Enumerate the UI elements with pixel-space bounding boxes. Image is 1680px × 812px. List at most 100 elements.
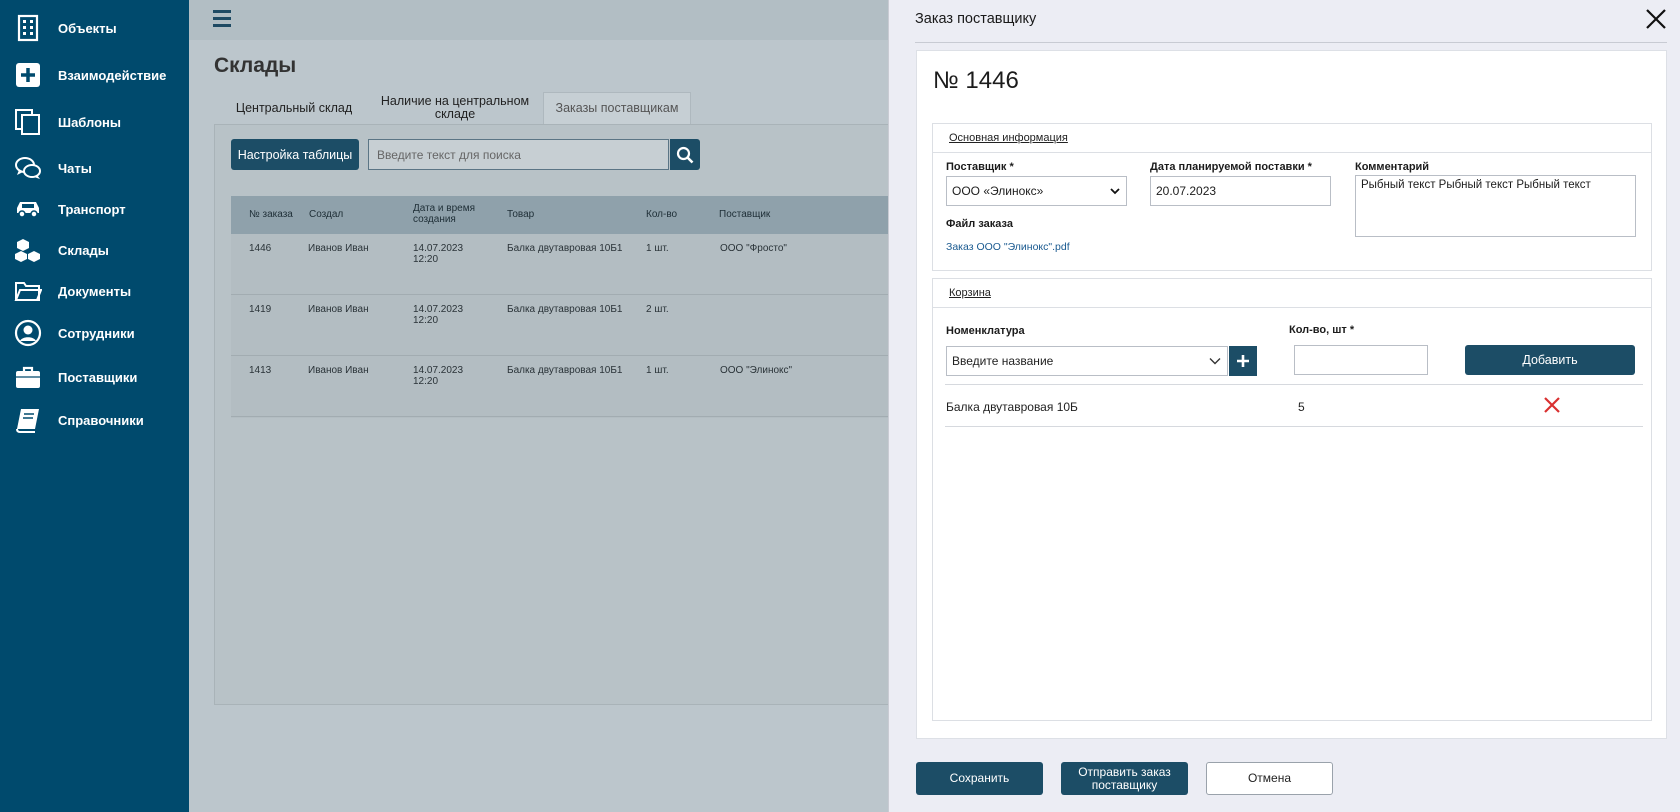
delivery-date-field[interactable]: 20.07.2023 xyxy=(1150,176,1331,206)
folder-icon xyxy=(14,277,42,305)
table-settings-button[interactable]: Настройка таблицы xyxy=(231,139,359,170)
column-header[interactable]: Поставщик xyxy=(719,209,770,220)
cell-time: 12:20 xyxy=(413,315,439,326)
send-to-supplier-button[interactable]: Отправить заказ поставщику xyxy=(1061,762,1188,795)
car-icon xyxy=(14,195,42,223)
close-icon xyxy=(1646,9,1666,29)
order-number: № 1446 xyxy=(933,67,1019,94)
qty-input[interactable] xyxy=(1294,345,1428,375)
sidebar-item-references[interactable]: Справочники xyxy=(0,400,189,440)
save-button[interactable]: Сохранить xyxy=(916,762,1043,795)
cell-order-id: 1413 xyxy=(249,365,272,376)
cart-section: Корзина Номенклатура Введите название Ко… xyxy=(932,278,1652,721)
sidebar-item-label: Объекты xyxy=(58,20,117,36)
tab-central-stock[interactable]: Наличие на центральном складе xyxy=(380,92,530,124)
cart-item-row: Балка двутавровая 10Б 5 xyxy=(945,384,1643,427)
search-button[interactable] xyxy=(670,139,700,170)
panel-title: Заказ поставщику xyxy=(915,11,1037,27)
column-header[interactable]: № заказа xyxy=(249,209,293,220)
nomenclature-placeholder: Введите название xyxy=(952,354,1054,368)
cell-time: 12:20 xyxy=(413,254,439,265)
briefcase-icon xyxy=(14,363,42,391)
section-title-basic-info[interactable]: Основная информация xyxy=(949,132,1068,144)
cancel-button[interactable]: Отмена xyxy=(1206,762,1333,795)
search-box xyxy=(368,139,669,170)
supplier-label: Поставщик * xyxy=(946,161,1014,173)
supplier-value: ООО «Элинокс» xyxy=(952,184,1044,198)
cell-creator: Иванов Иван xyxy=(308,365,369,376)
add-button[interactable]: Добавить xyxy=(1465,345,1635,375)
cart-item-name: Балка двутавровая 10Б xyxy=(946,400,1078,414)
tab-central-warehouse[interactable]: Центральный склад xyxy=(214,92,374,124)
sidebar-item-label: Шаблоны xyxy=(58,114,121,130)
cell-supplier: ООО "Фросто" xyxy=(720,243,787,254)
sidebar-item-label: Документы xyxy=(58,283,132,299)
sidebar-item-label: Склады xyxy=(58,242,109,258)
sidebar-item-label: Транспорт xyxy=(58,201,126,217)
search-icon xyxy=(676,146,694,163)
divider xyxy=(915,42,1667,43)
hamburger-menu-icon[interactable] xyxy=(213,10,231,28)
sidebar: Объекты Взаимодействие Шаблоны Чаты Тран… xyxy=(0,0,189,812)
section-header: Корзина xyxy=(933,279,1651,308)
cell-qty: 2 шт. xyxy=(646,304,669,315)
sidebar-item-documents[interactable]: Документы xyxy=(0,271,189,311)
column-header[interactable]: Дата и время создания xyxy=(413,203,493,225)
sidebar-item-chats[interactable]: Чаты xyxy=(0,148,189,188)
sidebar-item-label: Справочники xyxy=(58,412,144,428)
order-file-link[interactable]: Заказ ООО "Элинокс".pdf xyxy=(946,241,1070,253)
chevron-down-icon xyxy=(1110,188,1120,195)
cell-creator: Иванов Иван xyxy=(308,304,369,315)
copy-icon xyxy=(14,108,42,136)
cell-date: 14.07.2023 xyxy=(413,365,464,376)
sidebar-item-label: Сотрудники xyxy=(58,325,135,341)
cart-item-qty: 5 xyxy=(1298,400,1305,414)
order-file-label: Файл заказа xyxy=(946,218,1013,230)
plus-square-icon xyxy=(14,61,42,89)
cell-product: Балка двутавровая 10Б1 xyxy=(507,365,623,376)
close-button[interactable] xyxy=(1645,8,1667,30)
cell-product: Балка двутавровая 10Б1 xyxy=(507,304,623,315)
building-icon xyxy=(14,14,42,42)
nomenclature-select[interactable]: Введите название xyxy=(946,346,1228,376)
basic-info-section: Основная информация Поставщик * ООО «Эли… xyxy=(932,123,1652,271)
column-header[interactable]: Кол-во xyxy=(646,209,677,220)
column-header[interactable]: Создал xyxy=(309,209,343,220)
book-icon xyxy=(14,406,42,434)
cell-qty: 1 шт. xyxy=(646,243,669,254)
sidebar-item-employees[interactable]: Сотрудники xyxy=(0,313,189,353)
sidebar-item-label: Поставщики xyxy=(58,369,138,385)
cell-qty: 1 шт. xyxy=(646,365,669,376)
qty-label: Кол-во, шт * xyxy=(1289,324,1355,336)
comment-field[interactable]: Рыбный текст Рыбный текст Рыбный текст xyxy=(1355,175,1636,237)
tab-supplier-orders[interactable]: Заказы поставщикам xyxy=(543,92,691,124)
sidebar-item-templates[interactable]: Шаблоны xyxy=(0,102,189,142)
sidebar-item-interaction[interactable]: Взаимодействие xyxy=(0,55,189,95)
cell-time: 12:20 xyxy=(413,376,439,387)
supplier-order-panel: Заказ поставщику № 1446 Основная информа… xyxy=(888,0,1680,812)
delivery-date-label: Дата планируемой поставки * xyxy=(1150,161,1312,173)
delete-icon[interactable] xyxy=(1543,396,1561,414)
section-header: Основная информация xyxy=(933,124,1651,153)
page-title: Склады xyxy=(214,54,297,77)
chat-icon xyxy=(14,154,42,182)
cell-date: 14.07.2023 xyxy=(413,243,464,254)
sidebar-item-objects[interactable]: Объекты xyxy=(0,8,189,48)
sidebar-item-transport[interactable]: Транспорт xyxy=(0,189,189,229)
plus-icon xyxy=(1237,355,1249,367)
sidebar-item-label: Взаимодействие xyxy=(58,67,167,83)
supplier-select[interactable]: ООО «Элинокс» xyxy=(946,176,1127,206)
comment-label: Комментарий xyxy=(1355,161,1430,173)
chevron-down-icon xyxy=(1209,358,1221,365)
cell-creator: Иванов Иван xyxy=(308,243,369,254)
sidebar-item-warehouses[interactable]: Склады xyxy=(0,230,189,270)
boxes-icon xyxy=(14,236,42,264)
user-icon xyxy=(14,319,42,347)
cell-order-id: 1419 xyxy=(249,304,272,315)
sidebar-item-suppliers[interactable]: Поставщики xyxy=(0,357,189,397)
column-header[interactable]: Товар xyxy=(507,209,534,220)
cell-order-id: 1446 xyxy=(249,243,272,254)
search-input[interactable] xyxy=(369,140,667,169)
add-nomenclature-button[interactable] xyxy=(1229,346,1257,376)
section-title-cart[interactable]: Корзина xyxy=(949,287,991,299)
